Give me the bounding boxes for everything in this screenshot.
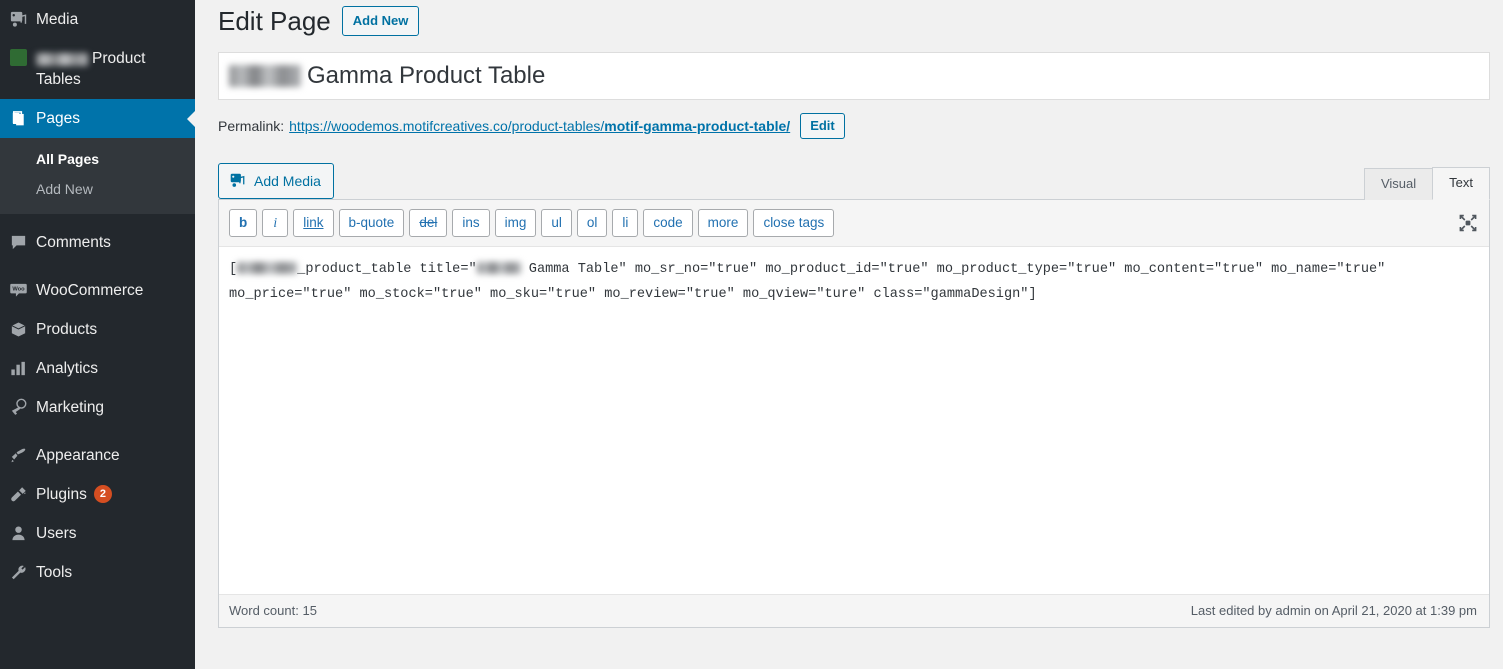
- tools-wrench-icon: [0, 562, 36, 582]
- editor-top-row: Add Media Visual Text: [218, 163, 1490, 200]
- sidebar-item-pages[interactable]: Pages: [0, 99, 195, 138]
- green-square-icon: [0, 48, 36, 66]
- quicktag-b-quote[interactable]: b-quote: [338, 209, 405, 237]
- sidebar-item-label: Media: [36, 11, 79, 28]
- quicktag-code[interactable]: code: [643, 209, 693, 237]
- sidebar-item-add-new-page[interactable]: Add New: [0, 174, 195, 204]
- products-box-icon: [0, 319, 36, 339]
- permalink-label: Permalink:: [218, 118, 285, 134]
- permalink-base: https://woodemos.motifcreatives.co/produ…: [289, 118, 605, 134]
- page-title: Edit Page: [218, 6, 331, 36]
- tab-visual[interactable]: Visual: [1363, 168, 1434, 200]
- wp-admin-screen: Media Product Tables Pages All Pages Add…: [0, 0, 1503, 669]
- content-textarea[interactable]: [_product_table title=" Gamma Table" mo_…: [219, 246, 1489, 594]
- word-count: Word count: 15: [229, 603, 317, 618]
- editor-container: b i link b-quote del ins img ul ol li co…: [218, 199, 1490, 628]
- quicktag-ol[interactable]: ol: [576, 209, 608, 237]
- quicktag-i[interactable]: i: [262, 209, 289, 237]
- sidebar-item-label: Appearance: [36, 447, 120, 464]
- sidebar-item-appearance[interactable]: Appearance: [0, 436, 195, 475]
- shortcode-tail: _product_table title=": [297, 262, 477, 277]
- quicktags-toolbar: b i link b-quote del ins img ul ol li co…: [219, 200, 1489, 246]
- sidebar-item-comments[interactable]: Comments: [0, 223, 195, 262]
- plugins-update-badge: 2: [93, 485, 112, 503]
- plugins-plug-icon: [0, 484, 36, 504]
- redacted-title-token: [476, 262, 521, 274]
- sidebar-item-label: Products: [36, 321, 98, 338]
- page-title-input-value: Gamma Product Table: [307, 62, 546, 89]
- permalink-link[interactable]: https://woodemos.motifcreatives.co/produ…: [289, 118, 790, 134]
- sidebar-item-media[interactable]: Media: [0, 0, 195, 39]
- pages-submenu: All Pages Add New: [0, 138, 195, 214]
- sidebar-item-users[interactable]: Users: [0, 514, 195, 553]
- sidebar-item-label: Pages: [36, 110, 80, 127]
- sidebar-item-products[interactable]: Products: [0, 310, 195, 349]
- page-header: Edit Page Add New: [206, 0, 1490, 42]
- sidebar-item-product-tables[interactable]: Product Tables: [0, 39, 195, 99]
- comments-icon: [0, 232, 36, 252]
- menu-separator: [0, 214, 195, 223]
- quicktag-close-tags[interactable]: close tags: [753, 209, 835, 237]
- menu-separator: [0, 427, 195, 436]
- media-icon: [0, 9, 36, 29]
- analytics-bars-icon: [0, 358, 36, 378]
- sidebar-item-label: Comments: [36, 234, 111, 251]
- woocommerce-icon: Woo: [0, 280, 36, 300]
- permalink-slug: motif-gamma-product-table/: [604, 118, 791, 134]
- add-new-button[interactable]: Add New: [341, 6, 420, 36]
- quicktag-b[interactable]: b: [229, 209, 258, 237]
- quicktag-ins[interactable]: ins: [452, 209, 490, 237]
- permalink-row: Permalink: https://woodemos.motifcreativ…: [206, 113, 1490, 139]
- redacted-shortcode-prefix: [237, 262, 298, 274]
- quicktag-li[interactable]: li: [612, 209, 639, 237]
- sidebar-item-label-wrap: Plugins 2: [36, 484, 124, 505]
- pages-icon: [0, 108, 36, 128]
- sidebar-item-tools[interactable]: Tools: [0, 553, 195, 592]
- sidebar-item-label: WooCommerce: [36, 282, 144, 299]
- page-title-input[interactable]: Gamma Product Table: [218, 52, 1490, 100]
- fullscreen-expand-icon[interactable]: [1457, 212, 1479, 234]
- sidebar-item-label-wrap: Product Tables: [36, 48, 195, 90]
- redacted-title-prefix: [229, 65, 301, 87]
- admin-sidebar-menu: Media Product Tables Pages All Pages Add…: [0, 0, 195, 669]
- tab-text[interactable]: Text: [1432, 167, 1490, 200]
- sidebar-item-label: Tools: [36, 564, 73, 581]
- svg-text:Woo: Woo: [12, 287, 25, 293]
- editor-status-bar: Word count: 15 Last edited by admin on A…: [219, 594, 1489, 627]
- sidebar-item-analytics[interactable]: Analytics: [0, 349, 195, 388]
- sidebar-item-woocommerce[interactable]: Woo WooCommerce: [0, 271, 195, 310]
- post-editor: Add Media Visual Text b i link b-quote d…: [218, 163, 1490, 628]
- quicktag-ul[interactable]: ul: [541, 209, 572, 237]
- sidebar-item-label: Users: [36, 525, 77, 542]
- appearance-brush-icon: [0, 445, 36, 465]
- sidebar-item-label: Analytics: [36, 360, 99, 377]
- quicktag-more[interactable]: more: [697, 209, 749, 237]
- title-field-wrapper: Gamma Product Table: [206, 52, 1490, 100]
- quicktag-link[interactable]: link: [293, 209, 334, 237]
- last-edited: Last edited by admin on April 21, 2020 a…: [1190, 603, 1477, 618]
- users-icon: [0, 523, 36, 543]
- add-media-label: Add Media: [254, 172, 321, 189]
- shortcode-open-bracket: [: [229, 262, 238, 277]
- edit-permalink-button[interactable]: Edit: [800, 113, 845, 139]
- sidebar-item-label: Marketing: [36, 399, 105, 416]
- editor-mode-tabs: Visual Text: [1363, 167, 1490, 200]
- sidebar-item-plugins[interactable]: Plugins 2: [0, 475, 195, 514]
- sidebar-item-label: Plugins: [36, 486, 87, 503]
- main-content-area: Edit Page Add New Gamma Product Table Pe…: [195, 0, 1503, 669]
- sidebar-item-all-pages[interactable]: All Pages: [0, 144, 195, 174]
- quicktag-img[interactable]: img: [494, 209, 537, 237]
- sidebar-item-marketing[interactable]: Marketing: [0, 388, 195, 427]
- add-media-icon: [229, 172, 246, 189]
- menu-separator: [0, 262, 195, 271]
- add-media-button[interactable]: Add Media: [218, 163, 334, 199]
- quicktag-del[interactable]: del: [409, 209, 448, 237]
- marketing-megaphone-icon: [0, 397, 36, 417]
- redacted-brand-text: [36, 53, 88, 66]
